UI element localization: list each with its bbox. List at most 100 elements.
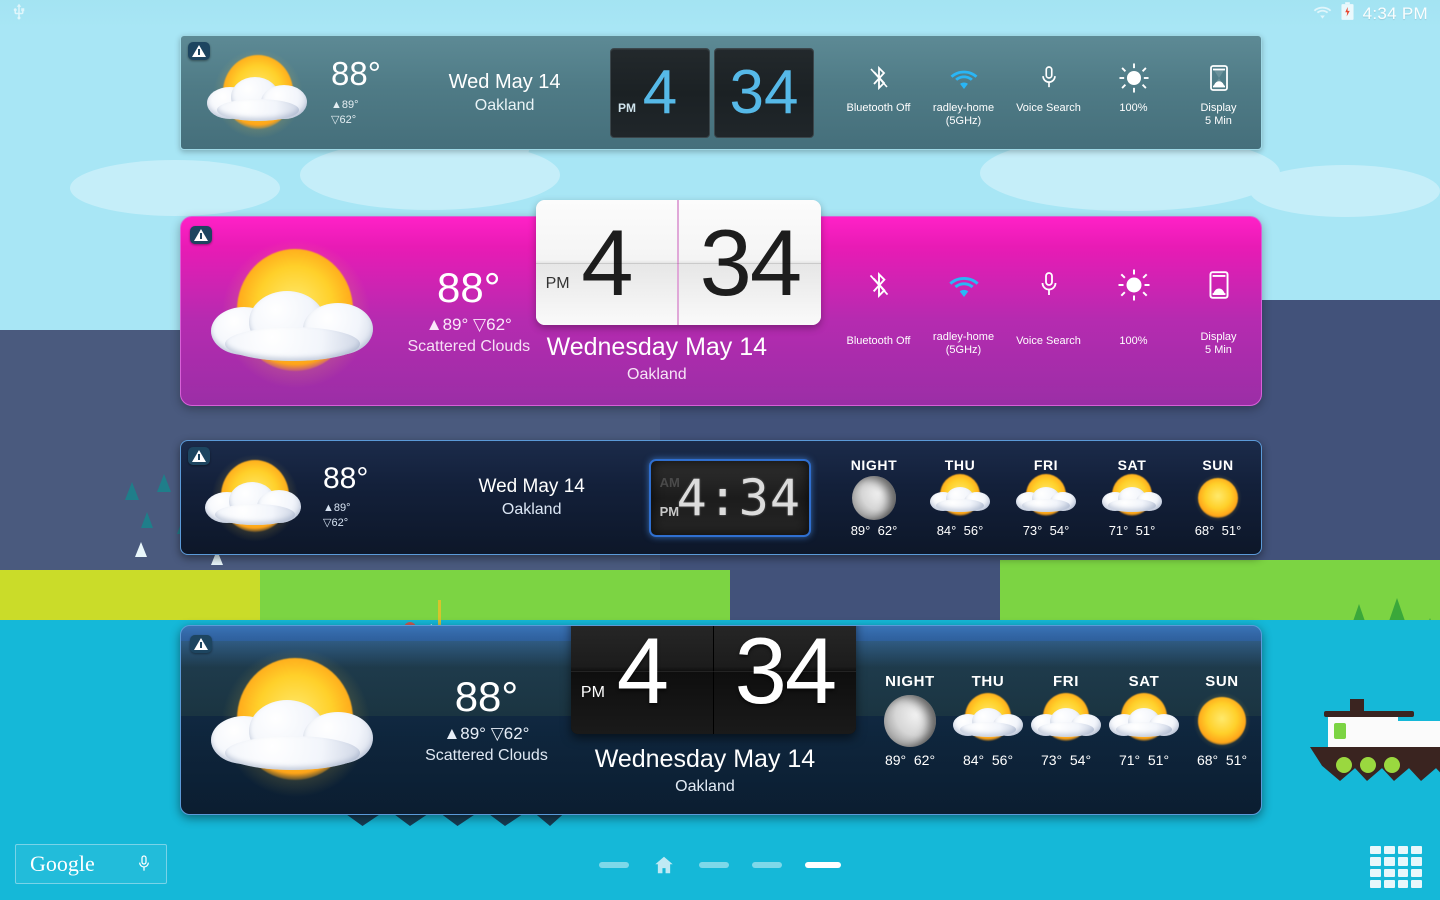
weather-clock-widget-forecast-large[interactable]: 88° ▲89° ▽62° Scattered Clouds 4 PM 34 W… [180,625,1262,815]
w4-clock-block[interactable]: 4 PM 34 Wednesday May 14 Oakland [570,626,856,796]
weather-clock-widget-magenta[interactable]: 88° ▲89° ▽62° Scattered Clouds 4 PM 34 W… [180,200,1262,406]
battery-icon [1341,2,1354,26]
w4-weather-block[interactable]: 88° ▲89° ▽62° Scattered Clouds [181,640,571,800]
forecast-day-name: SAT [1117,457,1147,473]
date-label: Wednesday May 14 [546,333,768,361]
toggle-voice-search[interactable]: Voice Search [1006,265,1091,356]
hourglass-icon [1208,58,1230,98]
app-drawer-cell [1370,857,1381,866]
forecast-day[interactable]: SUN 68° 51° [1183,673,1261,768]
page-dot-1[interactable] [599,862,629,868]
toggle-voice-search[interactable]: Voice Search [1006,58,1091,127]
condition-label: Scattered Clouds [407,337,531,355]
forecast-day-name: THU [944,457,976,473]
forecast-day[interactable]: SUN 68° 51° [1175,457,1261,538]
lcd-time: 4:34 [676,468,801,527]
page-dot-5[interactable] [805,862,841,868]
forecast-day-name: NIGHT [850,457,898,473]
toggle-wifi-label: radley-home [932,331,995,344]
weather-clock-widget-forecast-dark[interactable]: 88° ▲89° ▽62° Wed May 14 Oakland AM PM 4… [180,440,1262,555]
w1-weather-block[interactable]: 88° ▲89° ▽62° [181,43,403,143]
toggle-brightness-label: 100% [1119,335,1148,348]
toggle-wifi[interactable]: radley-home (5GHz) [921,265,1006,356]
forecast-day-name: NIGHT [885,672,935,690]
toggle-wifi[interactable]: radley-home (5GHz) [921,58,1006,127]
forecast-day[interactable]: FRI 73° 54° [1027,673,1105,768]
toggle-bluetooth[interactable]: Bluetooth Off [836,265,921,356]
weather-alert-icon[interactable] [190,635,212,653]
w3-date-block[interactable]: Wed May 14 Oakland [419,476,645,519]
sunny-icon [1194,473,1242,523]
wifi-icon [1313,4,1332,24]
app-drawer-cell [1383,846,1395,855]
forecast-day-name: SUN [1205,672,1239,690]
toggle-bluetooth[interactable]: Bluetooth Off [836,58,921,127]
forecast-day[interactable]: NIGHT 89° 62° [871,673,949,768]
app-drawer-cell [1397,857,1409,866]
forecast-low: 51° [1225,751,1248,768]
weather-alert-icon[interactable] [190,226,212,244]
page-dot-3[interactable] [699,862,729,868]
clock-minute: 34 [729,57,799,127]
wifi-icon [949,58,979,98]
moon-icon [884,690,936,752]
forecast-row[interactable]: NIGHT 89° 62° THU 84° 56° FRI 73° 54° SA… [831,457,1261,538]
toggle-display-timeout[interactable]: Display 5 Min [1176,58,1261,127]
app-drawer-icon[interactable] [1370,846,1422,888]
home-icon[interactable] [652,854,676,876]
toggle-display-sublabel: 5 Min [1205,114,1232,127]
partly-cloudy-icon [203,231,388,391]
forecast-day[interactable]: SAT 71° 51° [1089,457,1175,538]
forecast-day[interactable]: NIGHT 89° 62° [831,457,917,538]
w2-toggle-row[interactable]: Bluetooth Off radley-home (5GHz) Voice S… [836,265,1261,356]
page-dot-4[interactable] [752,862,782,868]
clock-ampm: PM [580,683,605,701]
flip-clock[interactable]: 4 PM 34 [535,200,821,325]
digital-clock[interactable]: 4 PM 34 [610,47,814,138]
w2-clock-block[interactable]: 4 PM 34 Wednesday May 14 Oakland [535,200,821,384]
lcd-ampm: PM [659,503,680,519]
clock-hour: 4 [642,57,678,127]
lcd-clock[interactable]: AM PM 4:34 [648,458,811,537]
brightness-icon [1118,265,1150,305]
clock-minute-card[interactable]: 34 [677,200,821,325]
w2-weather-block[interactable]: 88° ▲89° ▽62° Scattered Clouds [181,231,536,391]
clock-hour-card[interactable]: 4 PM [610,47,710,138]
toggle-display-timeout[interactable]: Display 5 Min [1176,265,1261,356]
clock-minute-card[interactable]: 34 [714,47,814,138]
clock-minute-card[interactable]: 34 [712,625,856,734]
weather-clock-widget-teal[interactable]: 88° ▲89° ▽62° Wed May 14 Oakland 4 PM 34… [180,35,1262,150]
city-label: Oakland [675,777,735,795]
toggle-brightness[interactable]: 100% [1091,58,1176,127]
forecast-day[interactable]: FRI 73° 54° [1003,457,1089,538]
wallpaper-cloud [1250,165,1440,217]
weather-alert-icon[interactable] [188,447,210,465]
forecast-high: 71° [1108,523,1129,538]
app-drawer-cell [1383,868,1395,877]
city-label: Oakland [501,501,562,518]
weather-alert-icon[interactable] [188,42,210,60]
clock-hour-card[interactable]: 4 PM [570,626,713,734]
hourglass-icon [1207,265,1231,305]
lcd-am-inactive: AM [659,474,680,490]
toggle-display-label: Display [1200,331,1237,344]
partly-cloudy-icon [199,43,317,143]
w1-date-block[interactable]: Wed May 14 Oakland [403,71,606,115]
current-temperature: 88° [437,264,501,312]
flip-clock[interactable]: 4 PM 34 [570,625,856,734]
w3-weather-block[interactable]: 88° ▲89° ▽62° [181,450,419,546]
app-drawer-cell [1411,846,1422,855]
w1-toggle-row[interactable]: Bluetooth Off radley-home (5GHz) Voice S… [836,58,1261,127]
clock-minute: 34 [734,625,838,723]
forecast-low: 62° [877,523,898,538]
toggle-brightness[interactable]: 100% [1091,265,1176,356]
low-temperature: ▽62° [331,114,357,126]
app-drawer-cell [1411,868,1422,877]
forecast-day[interactable]: THU 84° 56° [949,673,1027,768]
forecast-day[interactable]: THU 84° 56° [917,457,1003,538]
clock-hour-card[interactable]: 4 PM [535,200,678,325]
wallpaper-boat [1300,675,1440,785]
forecast-row[interactable]: NIGHT 89° 62° THU 84° 56° FRI 73° 54° SA… [871,673,1261,768]
page-indicator[interactable] [0,854,1440,876]
forecast-day[interactable]: SAT 71° 51° [1105,673,1183,768]
